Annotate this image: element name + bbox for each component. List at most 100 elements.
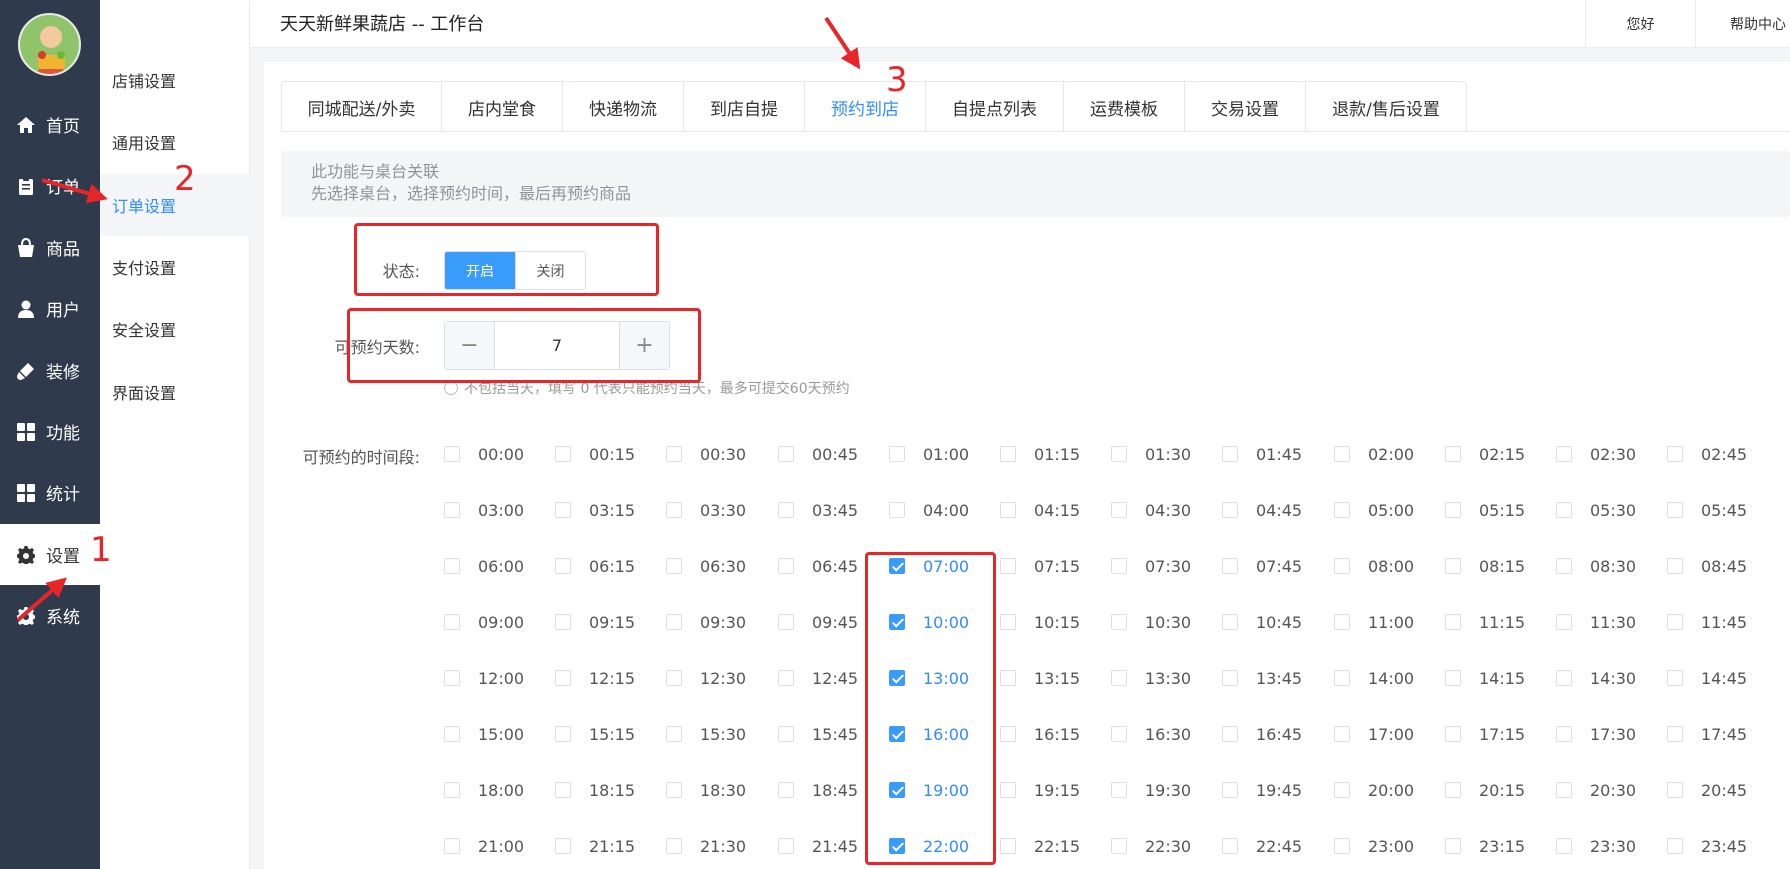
time-slot-checkbox[interactable]: 15:15 <box>555 722 635 746</box>
checkbox-box[interactable] <box>666 558 682 574</box>
time-slot-checkbox[interactable]: 00:30 <box>666 442 746 466</box>
time-slot-checkbox[interactable]: 13:00 <box>889 666 969 690</box>
checkbox-box[interactable] <box>1000 782 1016 798</box>
time-slot-checkbox[interactable]: 06:15 <box>555 554 635 578</box>
time-slot-checkbox[interactable]: 20:45 <box>1667 778 1747 802</box>
checkbox-box[interactable] <box>778 614 794 630</box>
checkbox-box[interactable] <box>1556 782 1572 798</box>
days-increment-button[interactable]: + <box>619 322 669 369</box>
time-slot-checkbox[interactable]: 16:00 <box>889 722 969 746</box>
time-slot-checkbox[interactable]: 23:15 <box>1445 834 1525 858</box>
checkbox-box[interactable] <box>1334 502 1350 518</box>
time-slot-checkbox[interactable]: 18:45 <box>778 778 858 802</box>
checkbox-box[interactable] <box>1667 726 1683 742</box>
checkbox-box[interactable] <box>1445 838 1461 854</box>
checkbox-box[interactable] <box>666 838 682 854</box>
sidebar-item-3[interactable]: 用户 <box>0 278 100 339</box>
time-slot-checkbox[interactable]: 20:15 <box>1445 778 1525 802</box>
time-slot-checkbox[interactable]: 14:30 <box>1556 666 1636 690</box>
sidebar-item-4[interactable]: 装修 <box>0 340 100 401</box>
checkbox-box[interactable] <box>1222 782 1238 798</box>
time-slot-checkbox[interactable]: 19:00 <box>889 778 969 802</box>
time-slot-checkbox[interactable]: 06:45 <box>778 554 858 578</box>
checkbox-box[interactable] <box>889 670 905 686</box>
checkbox-box[interactable] <box>1000 670 1016 686</box>
time-slot-checkbox[interactable]: 11:45 <box>1667 610 1747 634</box>
submenu-item-2[interactable]: 订单设置 <box>100 174 250 236</box>
time-slot-checkbox[interactable]: 18:00 <box>444 778 524 802</box>
checkbox-box[interactable] <box>1111 838 1127 854</box>
time-slot-checkbox[interactable]: 09:15 <box>555 610 635 634</box>
checkbox-box[interactable] <box>889 838 905 854</box>
tab-7[interactable]: 交易设置 <box>1185 82 1306 132</box>
checkbox-box[interactable] <box>1000 726 1016 742</box>
time-slot-checkbox[interactable]: 15:00 <box>444 722 524 746</box>
time-slot-checkbox[interactable]: 19:30 <box>1111 778 1191 802</box>
checkbox-box[interactable] <box>889 558 905 574</box>
checkbox-box[interactable] <box>1445 670 1461 686</box>
time-slot-checkbox[interactable]: 01:15 <box>1000 442 1080 466</box>
time-slot-checkbox[interactable]: 08:00 <box>1334 554 1414 578</box>
time-slot-checkbox[interactable]: 17:15 <box>1445 722 1525 746</box>
checkbox-box[interactable] <box>1222 670 1238 686</box>
time-slot-checkbox[interactable]: 12:00 <box>444 666 524 690</box>
submenu-item-5[interactable]: 界面设置 <box>100 361 250 423</box>
tab-8[interactable]: 退款/售后设置 <box>1306 82 1466 132</box>
time-slot-checkbox[interactable]: 09:45 <box>778 610 858 634</box>
days-input[interactable]: 7 <box>495 322 619 369</box>
checkbox-box[interactable] <box>1445 502 1461 518</box>
time-slot-checkbox[interactable]: 03:45 <box>778 498 858 522</box>
time-slot-checkbox[interactable]: 14:45 <box>1667 666 1747 690</box>
sidebar-item-6[interactable]: 统计 <box>0 462 100 523</box>
checkbox-box[interactable] <box>666 670 682 686</box>
time-slot-checkbox[interactable]: 20:30 <box>1556 778 1636 802</box>
checkbox-box[interactable] <box>1556 614 1572 630</box>
time-slot-checkbox[interactable]: 02:15 <box>1445 442 1525 466</box>
time-slot-checkbox[interactable]: 08:30 <box>1556 554 1636 578</box>
time-slot-checkbox[interactable]: 21:15 <box>555 834 635 858</box>
tab-4[interactable]: 预约到店 <box>805 82 926 132</box>
time-slot-checkbox[interactable]: 19:15 <box>1000 778 1080 802</box>
checkbox-box[interactable] <box>889 782 905 798</box>
sidebar-item-0[interactable]: 首页 <box>0 94 100 155</box>
checkbox-box[interactable] <box>1667 782 1683 798</box>
tab-5[interactable]: 自提点列表 <box>926 82 1064 132</box>
time-slot-checkbox[interactable]: 17:00 <box>1334 722 1414 746</box>
submenu-item-1[interactable]: 通用设置 <box>100 111 250 173</box>
checkbox-box[interactable] <box>1445 614 1461 630</box>
time-slot-checkbox[interactable]: 17:30 <box>1556 722 1636 746</box>
time-slot-checkbox[interactable]: 13:30 <box>1111 666 1191 690</box>
tab-0[interactable]: 同城配送/外卖 <box>282 82 442 132</box>
checkbox-box[interactable] <box>889 726 905 742</box>
time-slot-checkbox[interactable]: 18:15 <box>555 778 635 802</box>
time-slot-checkbox[interactable]: 06:00 <box>444 554 524 578</box>
checkbox-box[interactable] <box>1222 726 1238 742</box>
checkbox-box[interactable] <box>666 502 682 518</box>
time-slot-checkbox[interactable]: 14:00 <box>1334 666 1414 690</box>
checkbox-box[interactable] <box>444 726 460 742</box>
tab-2[interactable]: 快递物流 <box>563 82 684 132</box>
sidebar-item-5[interactable]: 功能 <box>0 401 100 462</box>
checkbox-box[interactable] <box>1000 446 1016 462</box>
time-slot-checkbox[interactable]: 07:30 <box>1111 554 1191 578</box>
time-slot-checkbox[interactable]: 22:30 <box>1111 834 1191 858</box>
time-slot-checkbox[interactable]: 17:45 <box>1667 722 1747 746</box>
checkbox-box[interactable] <box>444 782 460 798</box>
time-slot-checkbox[interactable]: 23:30 <box>1556 834 1636 858</box>
checkbox-box[interactable] <box>778 670 794 686</box>
checkbox-box[interactable] <box>778 726 794 742</box>
checkbox-box[interactable] <box>1445 782 1461 798</box>
time-slot-checkbox[interactable]: 11:30 <box>1556 610 1636 634</box>
time-slot-checkbox[interactable]: 22:45 <box>1222 834 1302 858</box>
checkbox-box[interactable] <box>1334 782 1350 798</box>
checkbox-box[interactable] <box>889 502 905 518</box>
time-slot-checkbox[interactable]: 23:45 <box>1667 834 1747 858</box>
time-slot-checkbox[interactable]: 05:00 <box>1334 498 1414 522</box>
time-slot-checkbox[interactable]: 02:00 <box>1334 442 1414 466</box>
time-slot-checkbox[interactable]: 03:00 <box>444 498 524 522</box>
checkbox-box[interactable] <box>555 614 571 630</box>
time-slot-checkbox[interactable]: 22:00 <box>889 834 969 858</box>
status-on-button[interactable]: 开启 <box>445 252 515 289</box>
checkbox-box[interactable] <box>1667 446 1683 462</box>
time-slot-checkbox[interactable]: 01:30 <box>1111 442 1191 466</box>
